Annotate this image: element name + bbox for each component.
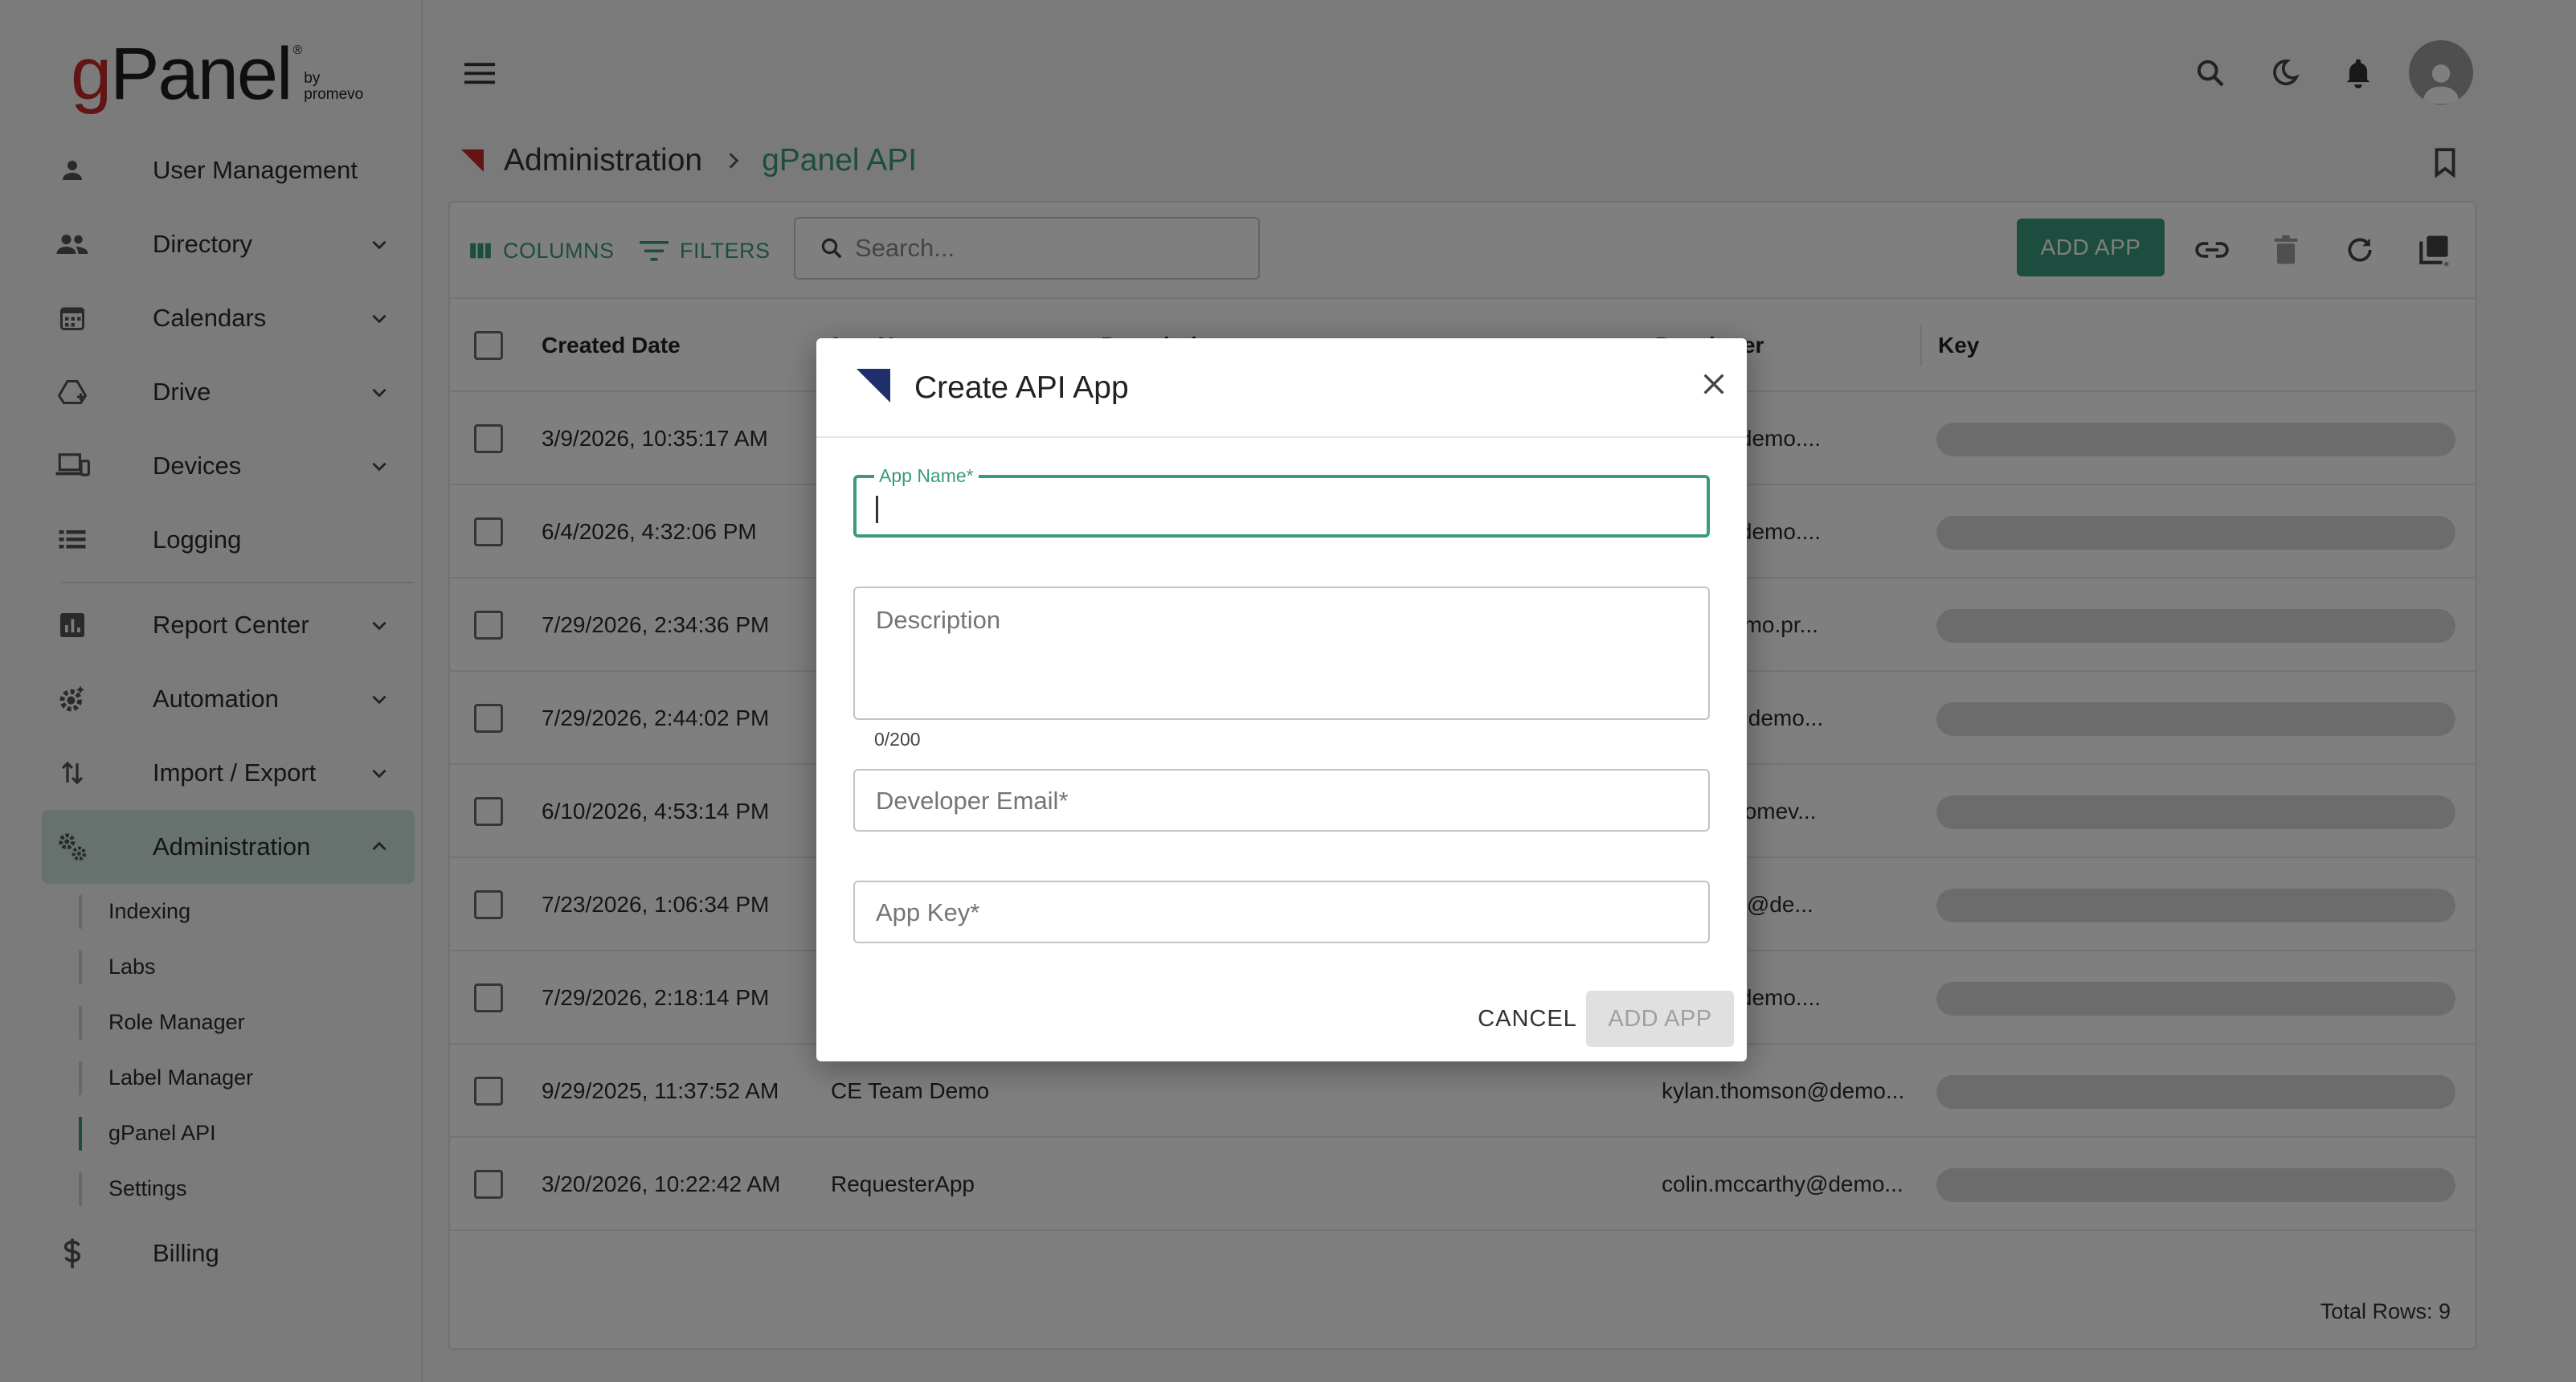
add-app-submit-button[interactable]: ADD APP [1586,991,1734,1047]
description-char-counter: 0/200 [874,729,921,750]
app-key-placeholder: App Key* [876,898,980,926]
text-caret [876,496,878,523]
create-api-app-dialog: Create API App App Name* Description 0/2… [816,338,1747,1061]
developer-email-field[interactable]: Developer Email* [853,769,1710,832]
dialog-logo-icon [857,369,890,403]
close-icon[interactable] [1697,367,1731,401]
developer-email-placeholder: Developer Email* [876,787,1069,815]
app-name-label: App Name* [874,465,979,487]
app-name-field[interactable]: App Name* [853,465,1710,538]
description-field[interactable]: Description [853,587,1710,720]
app-key-field[interactable]: App Key* [853,881,1710,943]
dialog-title: Create API App [914,370,1129,405]
cancel-button[interactable]: CANCEL [1459,991,1596,1047]
description-placeholder: Description [876,606,1001,634]
dialog-header: Create API App [816,338,1747,438]
